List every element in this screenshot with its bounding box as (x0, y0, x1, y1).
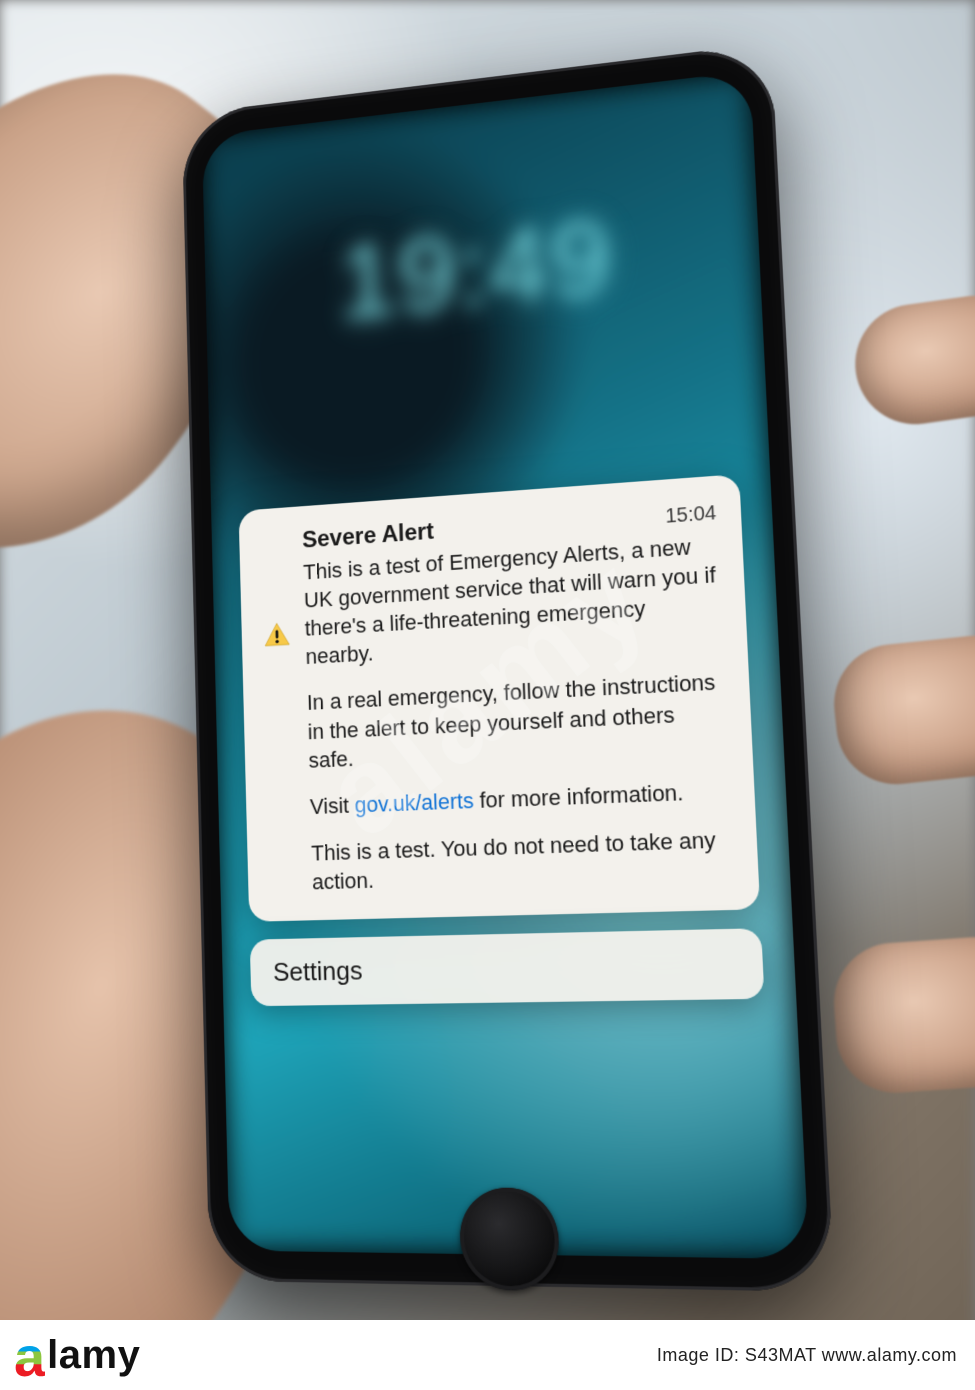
alert-title: Severe Alert (301, 519, 433, 555)
alert-p3-pre: Visit (309, 792, 355, 818)
alert-p4: This is a test. You do not need to take … (310, 824, 733, 896)
alert-p2: In a real emergency, follow the instruct… (306, 667, 727, 774)
warning-triangle-icon (263, 622, 290, 649)
alert-p3: Visit gov.uk/alerts for more information… (309, 776, 730, 821)
alert-body: This is a test of Emergency Alerts, a ne… (302, 531, 733, 896)
phone-body: 19:49 Severe Ale (181, 43, 834, 1292)
phone-screen: 19:49 Severe Ale (201, 71, 808, 1259)
alert-p3-post: for more information. (473, 779, 684, 812)
settings-button[interactable]: Settings (249, 928, 764, 1006)
alert-p1: This is a test of Emergency Alerts, a ne… (302, 531, 722, 672)
alert-link[interactable]: gov.uk/alerts (354, 788, 474, 817)
emergency-alert-card[interactable]: Severe Alert 15:04 This is a test of Eme… (238, 475, 760, 922)
alert-timestamp: 15:04 (664, 503, 716, 530)
